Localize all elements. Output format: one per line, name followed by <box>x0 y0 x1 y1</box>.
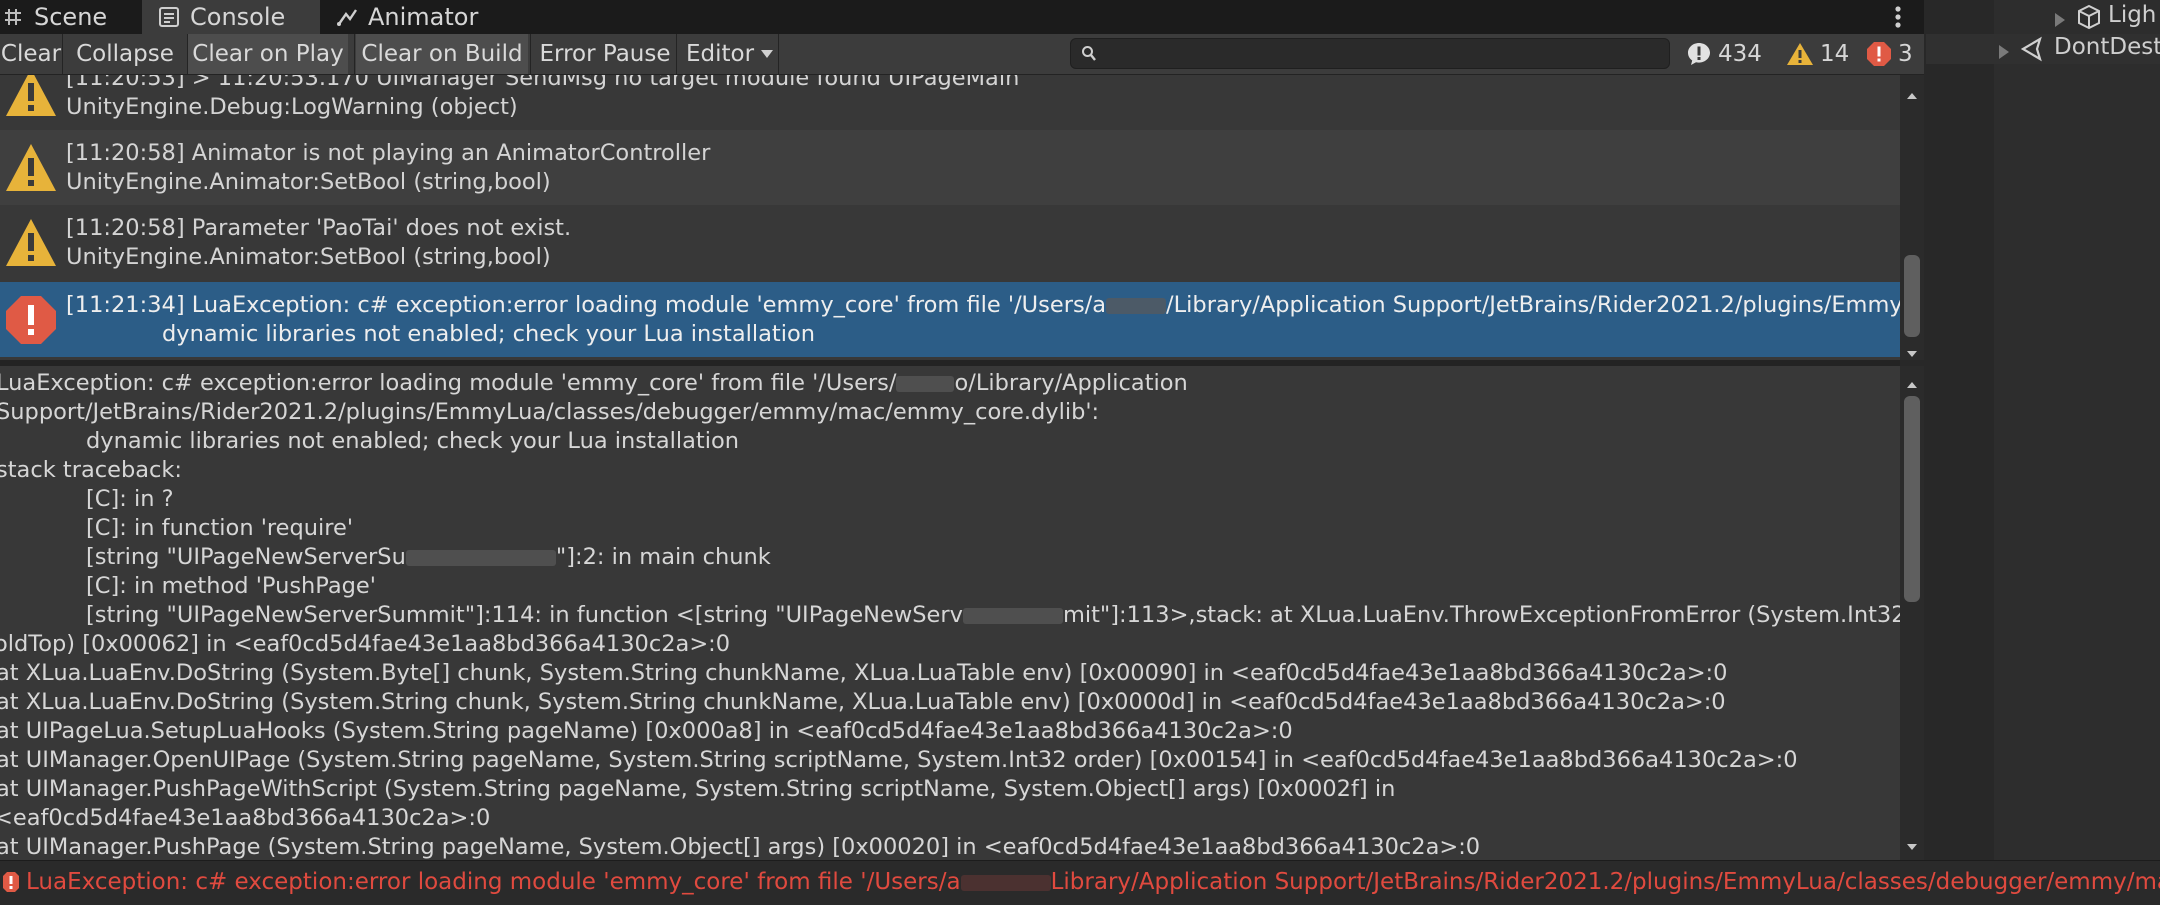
warning-count: 14 <box>1820 41 1850 67</box>
error-icon <box>2 871 20 897</box>
hierarchy-item[interactable]: DontDest <box>1926 34 2160 64</box>
detail-line: [C]: in ? <box>86 486 174 512</box>
expand-arrow-icon[interactable] <box>1998 40 2010 66</box>
hierarchy-column <box>1994 0 2160 860</box>
toolbar-separator <box>530 34 531 74</box>
redacted-text <box>960 874 1051 891</box>
log-entry-message: [11:20:58] Animator is not playing an An… <box>66 140 711 166</box>
log-entry-warning[interactable]: [11:20:58] Animator is not playing an An… <box>0 130 1900 205</box>
tab-console-label: Console <box>190 3 286 31</box>
toolbar-separator <box>354 34 355 74</box>
redacted-text <box>962 607 1063 624</box>
log-entry-source: UnityEngine.Debug:LogWarning (object) <box>66 94 518 120</box>
grid-icon <box>0 4 26 30</box>
detail-line: LuaException: c# exception:error loading… <box>0 370 1188 396</box>
more-options-icon[interactable] <box>1872 0 1924 34</box>
status-bar[interactable]: LuaException: c# exception:error loading… <box>0 860 2160 905</box>
toolbar-separator <box>676 34 677 74</box>
collapse-button[interactable]: Collapse <box>68 34 182 74</box>
error-icon <box>1866 41 1892 67</box>
log-entry-error-selected[interactable]: [11:21:34] LuaException: c# exception:er… <box>0 282 1900 357</box>
warning-icon <box>4 142 58 194</box>
detail-line: at UIPageLua.SetupLuaHooks (System.Strin… <box>0 718 1293 744</box>
log-entry-message: [11:20:53] > 11:20:53.170 UIManager Send… <box>66 75 1020 91</box>
editor-tab-bar: Scene Console Animator <box>0 0 1924 34</box>
log-entry-source: UnityEngine.Animator:SetBool (string,boo… <box>66 244 551 270</box>
clear-button[interactable]: Clear <box>0 34 62 74</box>
log-entry-detail: dynamic libraries not enabled; check you… <box>162 321 816 347</box>
hierarchy-item-label: Ligh <box>2108 2 2157 28</box>
editor-dropdown[interactable]: Editor <box>678 34 778 74</box>
scroll-up-icon[interactable] <box>1906 85 1918 104</box>
tab-scene[interactable]: Scene <box>0 0 136 34</box>
info-count: 434 <box>1718 41 1762 67</box>
warning-count-toggle[interactable]: 14 <box>1786 34 1849 74</box>
warning-icon <box>4 217 58 269</box>
redacted-text <box>1106 297 1167 314</box>
detail-line: [string "UIPageNewServerSu "]:2: in main … <box>86 544 771 570</box>
clear-on-play-toggle[interactable]: Clear on Play <box>188 34 348 74</box>
hierarchy-item-label: DontDest <box>2054 34 2160 60</box>
detail-scroll-thumb[interactable] <box>1904 396 1920 602</box>
log-entry-message: [11:21:34] LuaException: c# exception:er… <box>66 292 1900 318</box>
info-icon <box>1686 41 1712 67</box>
tab-animator[interactable]: Animator <box>334 0 494 34</box>
unity-icon <box>2020 36 2046 68</box>
detail-line: at UIManager.PushPage (System.String pag… <box>0 834 1481 860</box>
detail-line: Support/JetBrains/Rider2021.2/plugins/Em… <box>0 399 1100 425</box>
hierarchy-panel: Ligh DontDest <box>1926 0 2160 860</box>
animator-icon <box>334 4 360 30</box>
log-list-scrollbar-track[interactable] <box>1900 75 1924 360</box>
log-entry-source: UnityEngine.Animator:SetBool (string,boo… <box>66 169 551 195</box>
tab-animator-label: Animator <box>368 3 479 31</box>
tab-console[interactable]: Console <box>142 0 320 34</box>
detail-line: <eaf0cd5d4fae43e1aa8bd366a4130c2a>:0 <box>0 805 491 831</box>
info-count-toggle[interactable]: 434 <box>1686 34 1762 74</box>
search-input[interactable] <box>1070 38 1670 69</box>
detail-line: oldTop) [0x00062] in <eaf0cd5d4fae43e1aa… <box>0 631 731 657</box>
detail-line: at UIManager.OpenUIPage (System.String p… <box>0 747 1798 773</box>
toolbar-separator <box>778 34 779 74</box>
detail-line: stack traceback: <box>0 457 183 483</box>
toolbar-separator <box>62 34 63 74</box>
detail-line: [C]: in method 'PushPage' <box>86 573 376 599</box>
warning-icon <box>1786 41 1814 67</box>
status-last-error: LuaException: c# exception:error loading… <box>26 869 2160 895</box>
scroll-down-icon[interactable] <box>1906 343 1918 362</box>
cube-icon <box>2076 4 2102 36</box>
console-icon <box>156 4 182 30</box>
detail-line: at XLua.LuaEnv.DoString (System.Byte[] c… <box>0 660 1728 686</box>
detail-line: [C]: in function 'require' <box>86 515 354 541</box>
scroll-up-icon[interactable] <box>1906 374 1918 393</box>
log-entry-warning[interactable]: [11:20:58] Parameter 'PaoTai' does not e… <box>0 205 1900 280</box>
log-entry-message: [11:20:58] Parameter 'PaoTai' does not e… <box>66 215 572 241</box>
stack-trace-detail: LuaException: c# exception:error loading… <box>0 366 1900 860</box>
error-count-toggle[interactable]: 3 <box>1866 34 1913 74</box>
expand-arrow-icon[interactable] <box>2054 8 2066 34</box>
clear-on-build-toggle[interactable]: Clear on Build <box>356 34 528 74</box>
console-toolbar: Clear Collapse Clear on Play Clear on Bu… <box>0 34 1924 75</box>
search-icon <box>1081 45 1097 67</box>
detail-scrollbar[interactable] <box>1900 366 1924 860</box>
error-pause-toggle[interactable]: Error Pause <box>534 34 676 74</box>
redacted-text <box>896 375 955 392</box>
error-count: 3 <box>1898 41 1913 67</box>
detail-line: [string "UIPageNewServerSummit"]:114: in… <box>86 602 1900 628</box>
editor-dropdown-label: Editor <box>686 41 755 67</box>
log-list-scroll-thumb[interactable] <box>1904 255 1920 337</box>
detail-line: at UIManager.PushPageWithScript (System.… <box>0 776 1396 802</box>
tab-scene-label: Scene <box>34 3 108 31</box>
scroll-down-icon[interactable] <box>1906 836 1918 855</box>
hierarchy-item[interactable]: Ligh <box>1926 2 2160 32</box>
detail-line: at XLua.LuaEnv.DoString (System.String c… <box>0 689 1726 715</box>
detail-line: dynamic libraries not enabled; check you… <box>86 428 740 454</box>
triangle-down-icon <box>760 49 774 59</box>
redacted-text <box>405 549 556 566</box>
log-entry-list: [11:20:53] > 11:20:53.170 UIManager Send… <box>0 75 1900 360</box>
log-entry-warning[interactable]: [11:20:53] > 11:20:53.170 UIManager Send… <box>0 75 1900 130</box>
error-icon <box>4 294 58 346</box>
warning-icon <box>4 75 58 119</box>
